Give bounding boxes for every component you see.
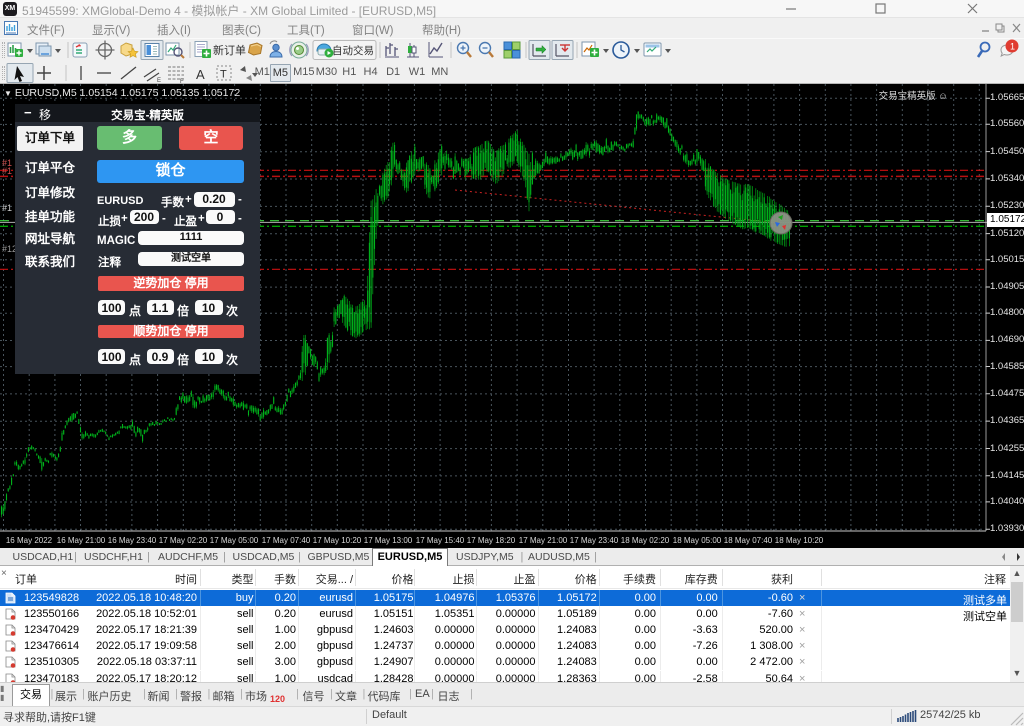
svg-text:T: T <box>220 69 227 81</box>
svg-text:1: 1 <box>1010 42 1015 52</box>
svg-text:新订单: 新订单 <box>213 43 246 57</box>
svg-text:自动交易: 自动交易 <box>332 44 374 57</box>
svg-text:A: A <box>196 67 205 82</box>
